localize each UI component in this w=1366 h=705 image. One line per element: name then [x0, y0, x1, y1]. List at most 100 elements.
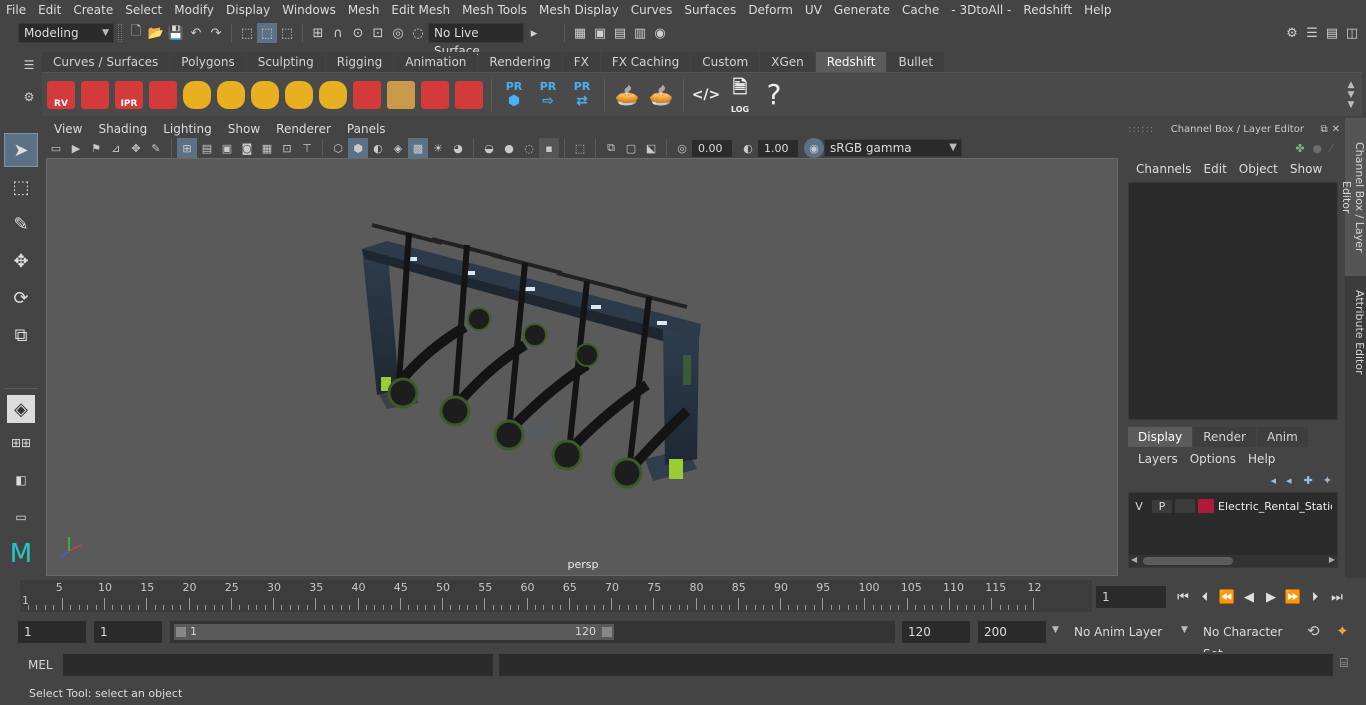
new-layer-selected-icon[interactable]: ✦: [1323, 474, 1332, 487]
ambient-occlusion-icon[interactable]: ◕: [448, 138, 468, 158]
anim-layer-dropdown[interactable]: No Anim Layer: [1068, 621, 1176, 643]
rs-sphere-button[interactable]: [453, 77, 485, 113]
use-all-lights-icon[interactable]: ▩: [408, 138, 428, 158]
mode-dropdown[interactable]: Modeling ▼: [18, 23, 114, 43]
menu-generate[interactable]: Generate: [828, 0, 896, 20]
tab-curves-surfaces[interactable]: Curves / Surfaces: [42, 52, 170, 72]
bookmark-icon[interactable]: ⚑: [86, 138, 106, 158]
layer-menu-help[interactable]: Help: [1242, 450, 1281, 468]
menu-curves[interactable]: Curves: [625, 0, 679, 20]
menu-mesh-tools[interactable]: Mesh Tools: [456, 0, 533, 20]
tab-sculpting[interactable]: Sculpting: [246, 52, 325, 72]
channel-menu-object[interactable]: Object: [1233, 160, 1284, 178]
scroll-left-icon[interactable]: ◀: [1131, 555, 1137, 564]
new-layer-icon[interactable]: ✚: [1304, 474, 1313, 487]
tab-animation[interactable]: Animation: [394, 52, 478, 72]
redo-icon[interactable]: ↷: [206, 23, 226, 43]
screen-space-icon[interactable]: ⬕: [641, 138, 661, 158]
exposure-field[interactable]: 0.00: [692, 139, 732, 157]
tab-custom[interactable]: Custom: [691, 52, 760, 72]
menu-windows[interactable]: Windows: [276, 0, 342, 20]
range-start-handle[interactable]: [176, 627, 186, 637]
snap-view-icon[interactable]: ⊡: [368, 23, 388, 43]
single-view-icon[interactable]: ◈: [7, 395, 35, 423]
shelf-menu-icon[interactable]: ☰: [22, 58, 36, 72]
bake-icon[interactable]: 🥧: [611, 77, 643, 113]
grid-icon[interactable]: ⊞: [177, 138, 197, 158]
rs-hair-button[interactable]: [385, 77, 417, 113]
tab-fx-caching[interactable]: FX Caching: [600, 52, 691, 72]
smooth-shade-icon[interactable]: ⬢: [348, 138, 368, 158]
layer-menu-options[interactable]: Options: [1184, 450, 1242, 468]
rs-portal-light-button[interactable]: [215, 77, 247, 113]
isolate-select-icon[interactable]: ▪: [539, 138, 559, 158]
menu-edit[interactable]: Edit: [32, 0, 67, 20]
rs-ipr-button[interactable]: IPR: [113, 77, 145, 113]
safe-title-icon[interactable]: ⊤: [297, 138, 317, 158]
go-to-start-icon[interactable]: ⏮: [1172, 586, 1194, 608]
viewport-menu-view[interactable]: View: [46, 120, 90, 138]
channel-menu-edit[interactable]: Edit: [1198, 160, 1233, 178]
depth-of-field-icon[interactable]: ◌: [519, 138, 539, 158]
render-view-icon[interactable]: ▦: [570, 23, 590, 43]
viewport-menu-shading[interactable]: Shading: [90, 120, 155, 138]
time-slider[interactable]: 1 5 10 15 20 25 30 35 40 45 50 55 60 65 70 75 80 85 90 95 1…: [20, 580, 1092, 612]
wireframe-icon[interactable]: ⬡: [328, 138, 348, 158]
scroll-thumb[interactable]: [1143, 557, 1233, 565]
rotate-tool-icon[interactable]: ⟳: [4, 281, 38, 315]
tab-channel-box[interactable]: Channel Box / Layer Editor: [1340, 118, 1366, 276]
rs-proxy-button[interactable]: [351, 77, 383, 113]
tab-layer-anim[interactable]: Anim: [1256, 427, 1308, 447]
tab-attribute-editor[interactable]: Attribute Editor: [1345, 282, 1366, 382]
select-component-icon[interactable]: ⬚: [277, 23, 297, 43]
select-object-icon[interactable]: ⬚: [257, 23, 277, 43]
tab-layer-render[interactable]: Render: [1193, 427, 1256, 447]
range-slider-bar-fill[interactable]: 1 120: [174, 624, 614, 640]
field-chart-icon[interactable]: ▦: [257, 138, 277, 158]
xray-icon[interactable]: ⬚: [570, 138, 590, 158]
layer-color-swatch[interactable]: [1198, 499, 1214, 513]
rs-spot-light-button[interactable]: [249, 77, 281, 113]
command-input[interactable]: [63, 654, 493, 676]
layer-visibility-toggle[interactable]: V: [1129, 500, 1149, 513]
menu-redshift[interactable]: Redshift: [1017, 0, 1078, 20]
menu-help[interactable]: Help: [1078, 0, 1117, 20]
step-forward-key-icon[interactable]: ⏩: [1282, 586, 1304, 608]
image-plane-icon[interactable]: ⊿: [106, 138, 126, 158]
shelf-scroll[interactable]: ▲ ▼ ▼: [1344, 80, 1358, 110]
motion-blur-icon[interactable]: ◒: [479, 138, 499, 158]
go-to-end-icon[interactable]: ⏭: [1326, 586, 1348, 608]
move-tool-icon[interactable]: ✥: [4, 244, 38, 278]
pr-button-2[interactable]: PR ⇨: [532, 77, 564, 113]
paint-select-tool-icon[interactable]: ✎: [4, 207, 38, 241]
exposure-icon[interactable]: ◎: [672, 138, 692, 158]
playback-start-field[interactable]: 1: [94, 621, 162, 643]
expand-arrow-icon[interactable]: ▸: [524, 23, 544, 43]
snap-point-icon[interactable]: ⊙: [348, 23, 368, 43]
tab-layer-display[interactable]: Display: [1128, 427, 1193, 447]
resolution-gate-icon[interactable]: ▣: [217, 138, 237, 158]
snap-curve-icon[interactable]: ∩: [328, 23, 348, 43]
scale-tool-icon[interactable]: ⧉: [4, 318, 38, 352]
log-button[interactable]: 🗎 LOG: [724, 77, 756, 114]
xray-joints-icon[interactable]: ⧉: [601, 138, 621, 158]
bake-all-icon[interactable]: 🥧: [645, 77, 677, 113]
menu-surfaces[interactable]: Surfaces: [678, 0, 742, 20]
channel-menu-show[interactable]: Show: [1284, 160, 1328, 178]
menu-display[interactable]: Display: [220, 0, 276, 20]
shelf-settings-icon[interactable]: ⚙: [22, 90, 36, 104]
ipr-render-icon[interactable]: ▤: [610, 23, 630, 43]
close-icon[interactable]: ✕: [1332, 124, 1340, 135]
wireframe-on-shaded-icon[interactable]: ◐: [368, 138, 388, 158]
menu-file[interactable]: File: [0, 0, 32, 20]
dropdown-arrow-icon[interactable]: ▼: [1181, 625, 1188, 635]
rs-volume-button[interactable]: [419, 77, 451, 113]
color-space-dropdown[interactable]: sRGB gamma ▼: [824, 139, 962, 157]
gamma-icon[interactable]: ◐: [738, 138, 758, 158]
menu-edit-mesh[interactable]: Edit Mesh: [385, 0, 456, 20]
rs-render-view-button[interactable]: RV: [45, 77, 77, 113]
modeling-toolkit-icon[interactable]: ⚙: [1282, 23, 1302, 43]
camera-attributes-icon[interactable]: ▶: [66, 138, 86, 158]
four-view-icon[interactable]: ⊞⊞: [4, 426, 38, 460]
menu-select[interactable]: Select: [119, 0, 168, 20]
